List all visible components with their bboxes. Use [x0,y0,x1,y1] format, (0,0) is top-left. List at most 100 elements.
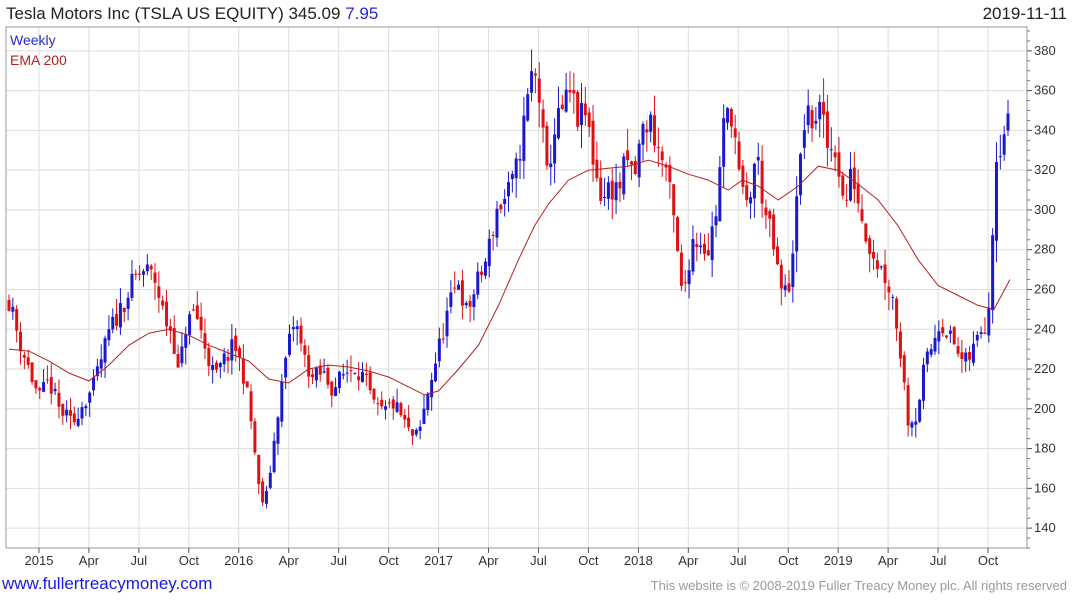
candle-body [572,90,576,94]
y-tick-label: 300 [1034,202,1056,217]
candle-body [591,120,595,165]
candle-body [860,209,864,222]
candle-body [468,300,472,307]
candle-body [752,163,756,199]
candle-body [480,271,484,276]
candle-body [933,337,937,352]
candle-body [856,183,860,204]
candle-body [403,414,407,420]
candle-body [683,282,687,284]
candle-body [453,287,457,289]
candle-body [514,158,518,179]
candle-body [741,165,745,187]
candle-body [445,310,449,337]
candle-body [34,380,38,389]
y-tick-label: 240 [1034,321,1056,336]
candle-body [629,161,633,165]
y-tick-label: 180 [1034,441,1056,456]
candle-body [702,243,706,254]
candle-body [979,332,983,335]
candle-body [729,108,733,127]
candle-body [53,388,57,392]
candle-body [756,157,760,161]
candle-body [783,285,787,291]
candle-body [764,207,768,216]
candle-body [334,387,338,397]
candle-body [837,152,841,177]
y-tick-label: 360 [1034,83,1056,98]
candle-body [841,175,845,196]
candle-body [1006,113,1010,131]
candle-body [399,403,403,416]
candle-body [211,365,215,371]
y-tick-label: 200 [1034,401,1056,416]
candle-body [407,417,411,428]
y-tick-label: 220 [1034,361,1056,376]
candle-body [322,371,326,373]
candle-body [360,371,364,383]
candle-body [380,399,384,407]
candle-body [218,363,222,368]
candle-body [829,149,833,151]
candle-body [921,364,925,401]
candle-body [149,265,153,270]
candle-body [960,352,964,360]
candle-body [872,251,876,259]
candle-body [122,307,126,313]
x-tick-label: Oct [778,553,799,568]
candle-body [92,377,96,391]
x-tick-label: Oct [379,553,400,568]
candle-body [264,490,268,504]
x-tick-label: 2015 [25,553,54,568]
candle-body [568,90,572,93]
x-tick-label: Oct [578,553,599,568]
candle-body [199,316,203,331]
candle-body [22,355,26,358]
candle-body [526,94,530,121]
candle-body [118,303,122,328]
candle-body [910,422,914,428]
x-tick-label: Jul [730,553,747,568]
candle-body [902,355,906,383]
candle-body [207,348,211,366]
candle-body [418,426,422,431]
candle-body [929,349,933,355]
y-tick-label: 280 [1034,242,1056,257]
candle-body [549,163,553,168]
candle-body [387,402,391,404]
candle-body [787,283,791,292]
candle-body [261,481,265,503]
x-tick-label: Apr [678,553,699,568]
x-tick-label: Jul [131,553,148,568]
candle-body [645,129,649,133]
candle-body [945,335,949,338]
candle-body [864,223,868,242]
candle-body [998,156,1002,158]
candle-body [245,381,249,388]
candle-body [107,329,111,341]
candle-body [491,234,495,236]
candle-body [556,108,560,139]
candle-body [791,253,795,287]
legend-weekly: Weekly [10,32,56,48]
candle-body [618,181,622,189]
candle-body [257,454,261,485]
site-link[interactable]: www.fullertreacymoney.com [2,574,212,594]
candle-body [818,101,822,120]
candle-body [57,392,61,407]
candle-body [280,381,284,422]
candle-body [434,363,438,382]
candle-body [610,180,614,200]
candle-body [284,357,288,378]
candle-body [483,261,487,276]
candle-body [687,270,691,285]
candle-body [737,141,741,170]
candle-body [234,335,238,351]
legend-ema: EMA 200 [10,52,67,68]
x-tick-label: Oct [978,553,999,568]
candle-body [495,208,499,238]
candle-body [45,379,49,381]
candle-body [606,182,610,199]
candle-body [499,204,503,210]
candle-body [545,125,549,166]
